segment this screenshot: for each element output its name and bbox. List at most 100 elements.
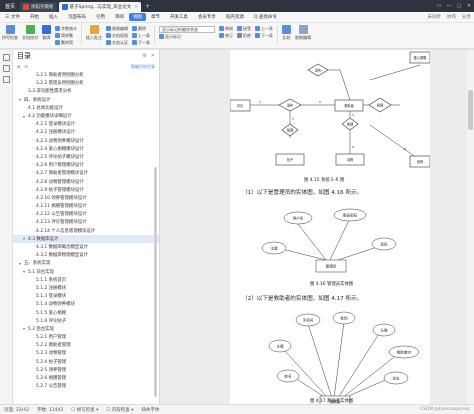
- spell-check-button[interactable]: 拼写检查: [2, 25, 18, 41]
- bookmark-icon[interactable]: [2, 65, 10, 72]
- expand-all-icon[interactable]: ⊞: [17, 64, 20, 69]
- outline-item[interactable]: 5.2.5 领养管理: [13, 366, 159, 374]
- review-button[interactable]: 审阅: [219, 25, 233, 32]
- menu-review[interactable]: 审阅: [110, 14, 129, 20]
- outline-item[interactable]: 5.1.2 注册模块: [13, 284, 159, 292]
- menu-references[interactable]: 引用: [91, 14, 110, 20]
- outline-item[interactable]: 4.2.3 动物领养模块设计: [13, 137, 159, 145]
- outline-item[interactable]: ▾ 5.1 前台实现: [13, 268, 159, 276]
- collapse-all-icon[interactable]: ⊟: [24, 64, 27, 69]
- outline-item[interactable]: 4.2.1 登录模块设计: [13, 120, 159, 128]
- outline-item[interactable]: 4.2.11 捐赠管理模块设计: [13, 202, 159, 210]
- tab-document[interactable]: 基于Spring…与实现_毕业论文 ✕: [58, 2, 142, 12]
- restrict-editing-button[interactable]: 限制编辑: [295, 25, 311, 41]
- outline-item[interactable]: 3.2.2 管理员用例图分析: [13, 79, 159, 87]
- outline-item[interactable]: 4.2.5 评论帖子模块设计: [13, 153, 159, 161]
- smart-toc-button[interactable]: 智能识别目录: [131, 64, 155, 70]
- word-count-button[interactable]: 字数统计: [55, 25, 77, 32]
- menu-page-layout[interactable]: 页面布局: [63, 14, 91, 20]
- traditional-to-simplified-button[interactable]: 繁转简: [55, 39, 77, 46]
- outline-item[interactable]: 5.2.6 捐赠管理: [13, 374, 159, 382]
- outline-item[interactable]: 4.3.2 数据库物理模型设计: [13, 251, 159, 259]
- proofread-button[interactable]: 文档校对: [22, 25, 38, 41]
- outline-item[interactable]: ▾ 四、系统设计: [13, 96, 159, 104]
- markup-display-select[interactable]: 显示标记的最终状态: [159, 26, 215, 33]
- outline-item[interactable]: ▾ 5.2 后台实现: [13, 325, 159, 333]
- tab-docer-template[interactable]: 找稻壳模板: [20, 2, 57, 12]
- prev-change-button[interactable]: 上一条: [255, 25, 273, 32]
- sync-status[interactable]: 未同步: [428, 14, 442, 20]
- outline-item[interactable]: 4.2.2 注册模块设计: [13, 128, 159, 136]
- menu-docer[interactable]: 稻壳资源: [221, 14, 249, 20]
- outline-item[interactable]: 5.1.6 评论帖子: [13, 317, 159, 325]
- prev-comment-button[interactable]: 上一条: [132, 32, 150, 39]
- menu-view[interactable]: 视图: [128, 13, 146, 21]
- accept-button[interactable]: 接受: [237, 25, 251, 32]
- outline-item[interactable]: 4.2.7 救助者管理模块设计: [13, 169, 159, 177]
- maximize-icon[interactable]: ▢: [454, 3, 464, 9]
- outline-item[interactable]: 4.2.6 用户管理模块设计: [13, 161, 159, 169]
- outline-item[interactable]: 4.2.13 评论管理模块设计: [13, 218, 159, 226]
- search-command[interactable]: Q 查找命令: [249, 14, 282, 20]
- scrollbar-thumb[interactable]: [468, 90, 473, 130]
- close-window-icon[interactable]: ✕: [464, 3, 474, 9]
- spell-check-toggle[interactable]: ☐ 拼写检查 ▾: [71, 407, 98, 413]
- outline-item[interactable]: 4.2.8 动物管理模块设计: [13, 177, 159, 185]
- outline-scrollbar[interactable]: [154, 167, 157, 397]
- menu-home[interactable]: 开始: [25, 14, 44, 20]
- settings-icon[interactable]: ⚙: [142, 53, 146, 59]
- restrict-edit-button[interactable]: 限制编辑: [106, 25, 128, 32]
- outline-item[interactable]: 4.2.14 个人信息管理模块设计: [13, 227, 159, 235]
- home-tab[interactable]: 首页: [0, 0, 20, 12]
- outline-item[interactable]: 4.2.9 帖子管理模块设计: [13, 186, 159, 194]
- close-panel-icon[interactable]: ✕: [151, 53, 155, 59]
- delete-comment-button[interactable]: 删除: [132, 25, 150, 32]
- outline-item[interactable]: 4.2.10 领养管理模块设计: [13, 194, 159, 202]
- next-comment-button[interactable]: 下一条: [132, 39, 150, 46]
- outline-item[interactable]: 4.3.1 数据库概念模型设计: [13, 243, 159, 251]
- search-icon[interactable]: [2, 76, 10, 83]
- content-check-toggle[interactable]: ☐ 内容检查 ▾: [106, 407, 133, 413]
- menu-section[interactable]: 章节: [146, 14, 165, 20]
- menu-insert[interactable]: 插入: [44, 14, 63, 20]
- outline-item[interactable]: 3.2.1 救助者用例图分析: [13, 71, 159, 79]
- collaborate-button[interactable]: 协作: [447, 14, 456, 20]
- menu-file[interactable]: 三 文件: [0, 14, 25, 20]
- track-changes-button[interactable]: 修订: [219, 32, 233, 39]
- outline-item[interactable]: ▾ 4.3 数据库设计: [13, 234, 159, 243]
- word-count[interactable]: 字数: 11443: [37, 407, 63, 413]
- outline-item[interactable]: 4.2.12 公告管理模块设计: [13, 210, 159, 218]
- page-indicator[interactable]: 页面: 23/43: [4, 407, 29, 413]
- compare-button[interactable]: 比较: [282, 25, 291, 41]
- close-tab-icon[interactable]: ✕: [134, 5, 138, 10]
- add-tab-button[interactable]: +: [145, 3, 150, 10]
- outline-item[interactable]: 5.1.1 系统首页: [13, 276, 159, 284]
- outline-item[interactable]: 5.2.2 救助者管理: [13, 341, 159, 349]
- show-markup-button[interactable]: 显示标记: [159, 33, 215, 40]
- next-change-button[interactable]: 下一条: [255, 32, 273, 39]
- reject-button[interactable]: 拒绝: [237, 32, 251, 39]
- insert-comment-button[interactable]: 插入批注: [86, 25, 102, 41]
- outline-item[interactable]: 5.2.4 帖子管理: [13, 358, 159, 366]
- document-scrollbar[interactable]: [467, 50, 474, 404]
- doc-permission-button[interactable]: 文档权限: [106, 32, 128, 39]
- minimize-icon[interactable]: —: [444, 3, 454, 9]
- outline-item[interactable]: 4.2.4 爱心捐赠模块设计: [13, 145, 159, 153]
- missing-font-indicator[interactable]: 缺失字体: [142, 407, 160, 413]
- outline-item[interactable]: 5.1.3 登录模块: [13, 292, 159, 300]
- outline-item[interactable]: 5.2.1 用户管理: [13, 333, 159, 341]
- simplified-to-traditional-button[interactable]: 简转繁: [55, 32, 77, 39]
- translate-button[interactable]: 翻译: [42, 25, 51, 41]
- window-layout-icon[interactable]: ▭: [434, 3, 444, 9]
- share-button[interactable]: 分享: [462, 14, 471, 20]
- outline-item[interactable]: 4.1 总体功能设计: [13, 104, 159, 112]
- outline-item[interactable]: 5.1.5 爱心捐赠: [13, 308, 159, 316]
- outline-icon[interactable]: [2, 54, 10, 61]
- menu-developer[interactable]: 开发工具: [165, 14, 193, 20]
- outline-item[interactable]: ▾ 五、系统实现: [13, 259, 159, 267]
- doc-auth-button[interactable]: 文档认证: [106, 39, 128, 46]
- outline-item[interactable]: ▾ 4.2 功能模块详细设计: [13, 112, 159, 120]
- outline-item[interactable]: 3.3 非功能性需求分析: [13, 87, 159, 95]
- outline-item[interactable]: 5.2.7 公告管理: [13, 382, 159, 390]
- outline-item[interactable]: 5.2.3 动物管理: [13, 349, 159, 357]
